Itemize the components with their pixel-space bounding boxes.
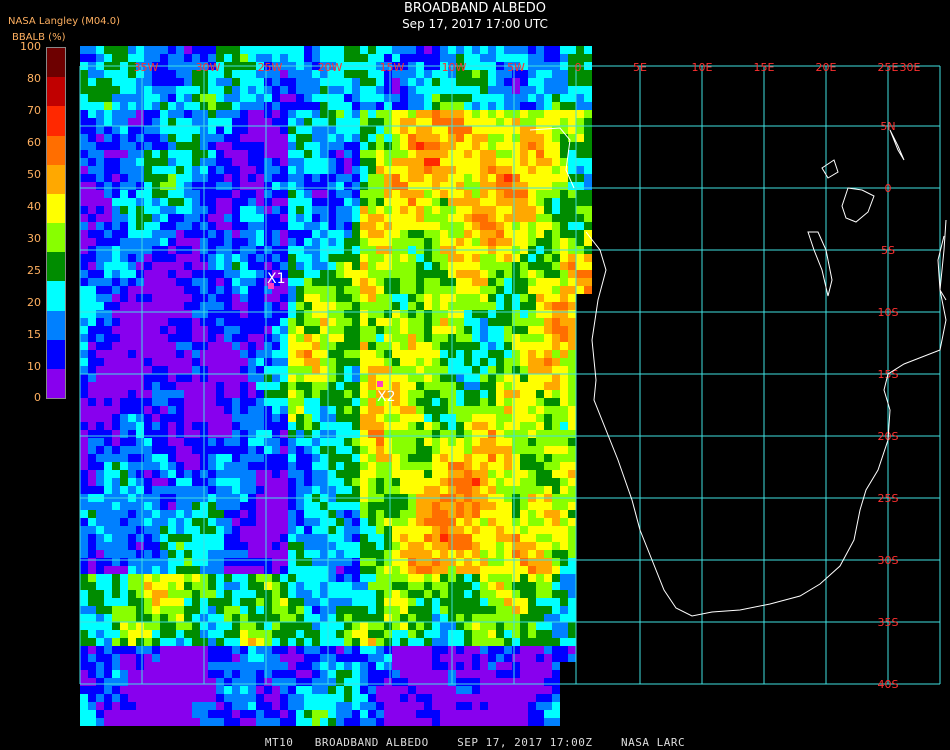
lon-label: 35W xyxy=(134,61,159,74)
albedo-map: 35W 30W 25W 20W 15W 10W 5W 0 5E 10E 15E 20E 25E 30E 5N… xyxy=(79,46,947,726)
lon-label: 10E xyxy=(692,61,713,74)
lon-label: 20W xyxy=(318,61,343,74)
lon-label: 25W xyxy=(258,61,283,74)
lat-label: 10S xyxy=(878,306,899,319)
lon-label: 5W xyxy=(507,61,525,74)
marker-x2-point xyxy=(377,381,383,387)
lat-label: 0 xyxy=(885,182,892,195)
lake-victoria-outline xyxy=(841,187,875,223)
lon-label: 25E xyxy=(878,61,899,74)
lake-albert-outline xyxy=(821,159,839,179)
lon-label: 10W xyxy=(442,61,467,74)
lon-label: 30W xyxy=(196,61,221,74)
satellite-image xyxy=(80,46,592,726)
marker-x1-label: X1 xyxy=(267,271,286,287)
lon-label: 15E xyxy=(754,61,775,74)
lat-label: 30S xyxy=(878,554,899,567)
lat-label: 5S xyxy=(881,244,895,257)
footer-caption: MT10 BROADBAND ALBEDO SEP 17, 2017 17:00… xyxy=(264,736,686,749)
lake-tanganyika-outline xyxy=(807,231,833,297)
marker-x2-label: X2 xyxy=(377,389,396,405)
lon-label: 5E xyxy=(633,61,647,74)
lat-label: 25S xyxy=(878,492,899,505)
lon-label: 0 xyxy=(575,61,582,74)
lake-turkana-outline xyxy=(889,129,905,161)
lat-label: 35S xyxy=(878,616,899,629)
lon-label: 20E xyxy=(816,61,837,74)
lat-label: 5N xyxy=(880,120,895,133)
lat-label: 40S xyxy=(878,678,899,691)
lon-label: 15W xyxy=(380,61,405,74)
lon-label: 30E xyxy=(900,61,921,74)
